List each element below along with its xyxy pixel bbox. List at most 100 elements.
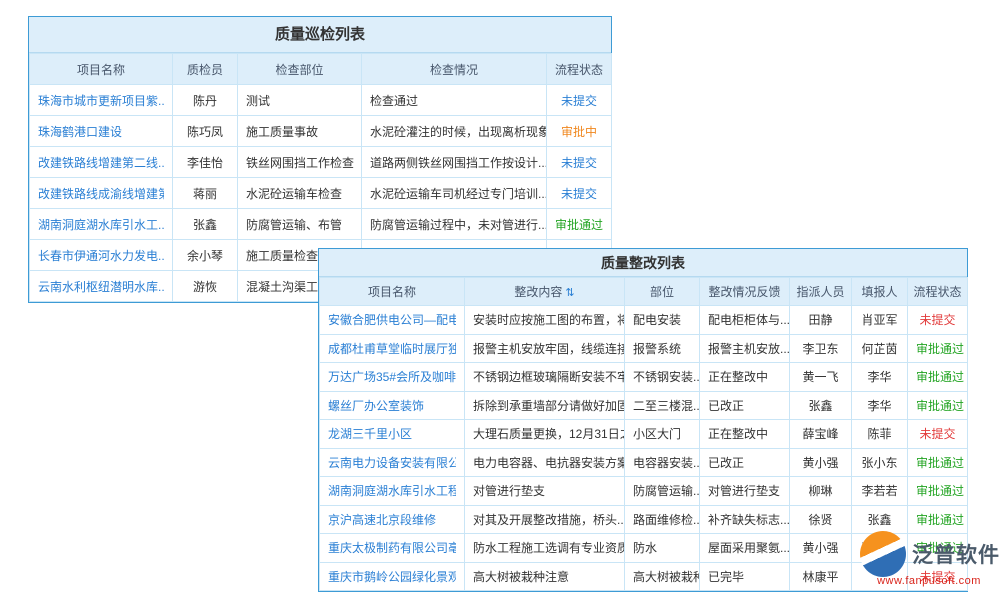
feedback-cell: 已改正 [700,448,790,477]
rectify-table-row[interactable]: 成都杜甫草堂临时展厅独立展... 报警主机安放牢固，线缆连接... 报警系统 报… [320,334,968,363]
check-situation-cell: 道路两侧铁丝网围挡工作按设计... [362,147,547,178]
project-link[interactable]: 改建铁路线成渝线增建第... [38,185,164,202]
rectify-content-cell: 对其及开展整改措施，桥头... [465,505,625,534]
check-part-cell: 施工质量事故 [238,116,362,147]
rectify-content-cell: 高大树被栽种注意 [465,562,625,591]
patrol-table-row[interactable]: 珠海鹤港口建设 陈巧凤 施工质量事故 水泥砼灌注的时候，出现离析现象 审批中 [30,116,612,147]
col-header-inspector: 质检员 [173,54,238,85]
col-header-check-situation: 检查情况 [362,54,547,85]
reporter-cell: 陈菲 [852,420,908,449]
rectify-content-cell: 电力电容器、电抗器安装方案,... [465,448,625,477]
project-link[interactable]: 湖南洞庭湖水库引水工... [38,216,164,233]
project-cell: 改建铁路线增建第二线... [30,147,173,178]
project-link[interactable]: 珠海市城市更新项目紫... [38,92,164,109]
col-header-part: 部位 [625,278,700,306]
reporter-cell: 张小东 [852,448,908,477]
patrol-table-row[interactable]: 改建铁路线成渝线增建第... 蒋丽 水泥砼运输车检查 水泥砼运输车司机经过专门培… [30,178,612,209]
col-header-reporter: 填报人 [852,278,908,306]
check-part-cell: 水泥砼运输车检查 [238,178,362,209]
project-cell: 安徽合肥供电公司—配电设备... [320,306,465,335]
status-cell: 未提交 [908,306,968,335]
patrol-table-row[interactable]: 珠海市城市更新项目紫... 陈丹 测试 检查通过 未提交 [30,85,612,116]
col-header-rectify-content[interactable]: 整改内容⇅ [465,278,625,306]
part-cell: 二至三楼混... [625,391,700,420]
project-cell: 螺丝厂办公室装饰 [320,391,465,420]
inspector-cell: 蒋丽 [173,178,238,209]
rectify-table-title: 质量整改列表 [319,249,967,277]
project-link[interactable]: 改建铁路线增建第二线... [38,154,164,171]
project-link[interactable]: 万达广场35#会所及咖啡厅空... [328,368,456,385]
project-link[interactable]: 长春市伊通河水力发电... [38,247,164,264]
project-link[interactable]: 螺丝厂办公室装饰 [328,397,456,414]
rectify-table-row[interactable]: 云南电力设备安装有限公司20... 电力电容器、电抗器安装方案,... 电容器安… [320,448,968,477]
project-cell: 云南水利枢纽潜明水库... [30,271,173,302]
part-cell: 不锈钢安装... [625,363,700,392]
inspector-cell: 陈巧凤 [173,116,238,147]
patrol-table-row[interactable]: 改建铁路线增建第二线... 李佳怡 铁丝网围挡工作检查 道路两侧铁丝网围挡工作按… [30,147,612,178]
col-header-check-part: 检查部位 [238,54,362,85]
project-link[interactable]: 湖南洞庭湖水库引水工程施工1... [328,482,456,499]
project-cell: 湖南洞庭湖水库引水工... [30,209,173,240]
inspector-cell: 张鑫 [173,209,238,240]
feedback-cell: 报警主机安放... [700,334,790,363]
status-cell: 审批通过 [908,391,968,420]
fanpu-logo: 泛普软件 www.fanpusoft.com [860,531,998,587]
rectify-table-row[interactable]: 螺丝厂办公室装饰 拆除到承重墙部分请做好加固... 二至三楼混... 已改正 张… [320,391,968,420]
project-link[interactable]: 京沪高速北京段维修 [328,511,456,528]
feedback-cell: 正在整改中 [700,363,790,392]
assignee-cell: 黄小强 [790,448,852,477]
assignee-cell: 黄一飞 [790,363,852,392]
project-cell: 成都杜甫草堂临时展厅独立展... [320,334,465,363]
rectify-table-row[interactable]: 万达广场35#会所及咖啡厅空... 不锈钢边框玻璃隔断安装不牢... 不锈钢安装… [320,363,968,392]
brand-url: www.fanpusoft.com [860,575,998,587]
project-link[interactable]: 重庆市鹅岭公园绿化景观提升... [328,568,456,585]
check-situation-cell: 水泥砼灌注的时候，出现离析现象 [362,116,547,147]
assignee-cell: 田静 [790,306,852,335]
feedback-cell: 补齐缺失标志... [700,505,790,534]
project-cell: 重庆太极制药有限公司亳州中... [320,534,465,563]
feedback-cell: 已改正 [700,391,790,420]
part-cell: 防水 [625,534,700,563]
fanpu-logo-row: 泛普软件 [860,531,998,577]
assignee-cell: 林康平 [790,562,852,591]
rectify-content-cell: 防水工程施工选调有专业资质... [465,534,625,563]
status-cell: 审批通过 [908,363,968,392]
project-cell: 京沪高速北京段维修 [320,505,465,534]
sort-icon[interactable]: ⇅ [565,287,574,299]
project-link[interactable]: 重庆太极制药有限公司亳州中... [328,539,456,556]
col-header-project: 项目名称 [30,54,173,85]
feedback-cell: 正在整改中 [700,420,790,449]
check-part-cell: 铁丝网围挡工作检查 [238,147,362,178]
status-cell: 审批通过 [908,334,968,363]
assignee-cell: 张鑫 [790,391,852,420]
col-header-assignee: 指派人员 [790,278,852,306]
project-link[interactable]: 云南水利枢纽潜明水库... [38,278,164,295]
col-header-status: 流程状态 [908,278,968,306]
project-link[interactable]: 龙湖三千里小区 [328,425,456,442]
rectify-table-row[interactable]: 湖南洞庭湖水库引水工程施工1... 对管进行垫支 防腐管运输... 对管进行垫支… [320,477,968,506]
project-cell: 珠海市城市更新项目紫... [30,85,173,116]
project-link[interactable]: 成都杜甫草堂临时展厅独立展... [328,340,456,357]
rectify-table-row[interactable]: 龙湖三千里小区 大理石质量更换，12月31日之... 小区大门 正在整改中 薛宝… [320,420,968,449]
project-link[interactable]: 安徽合肥供电公司—配电设备... [328,311,456,328]
rectify-table-row[interactable]: 京沪高速北京段维修 对其及开展整改措施，桥头... 路面维修检... 补齐缺失标… [320,505,968,534]
project-cell: 湖南洞庭湖水库引水工程施工1... [320,477,465,506]
status-cell: 未提交 [547,178,612,209]
rectify-content-cell: 不锈钢边框玻璃隔断安装不牢... [465,363,625,392]
part-cell: 小区大门 [625,420,700,449]
project-link[interactable]: 云南电力设备安装有限公司20... [328,454,456,471]
inspector-cell: 游恢 [173,271,238,302]
part-cell: 电容器安装... [625,448,700,477]
project-cell: 改建铁路线成渝线增建第... [30,178,173,209]
col-header-rectify-content-label: 整改内容 [514,285,562,299]
reporter-cell: 何芷茵 [852,334,908,363]
project-link[interactable]: 珠海鹤港口建设 [38,123,164,140]
patrol-table-row[interactable]: 湖南洞庭湖水库引水工... 张鑫 防腐管运输、布管 防腐管运输过程中，未对管进行… [30,209,612,240]
rectify-table-row[interactable]: 安徽合肥供电公司—配电设备... 安装时应按施工图的布置，将... 配电安装 配… [320,306,968,335]
part-cell: 路面维修检... [625,505,700,534]
reporter-cell: 张鑫 [852,505,908,534]
check-situation-cell: 防腐管运输过程中，未对管进行... [362,209,547,240]
status-cell: 未提交 [547,147,612,178]
status-cell: 未提交 [547,85,612,116]
rectify-content-cell: 大理石质量更换，12月31日之... [465,420,625,449]
